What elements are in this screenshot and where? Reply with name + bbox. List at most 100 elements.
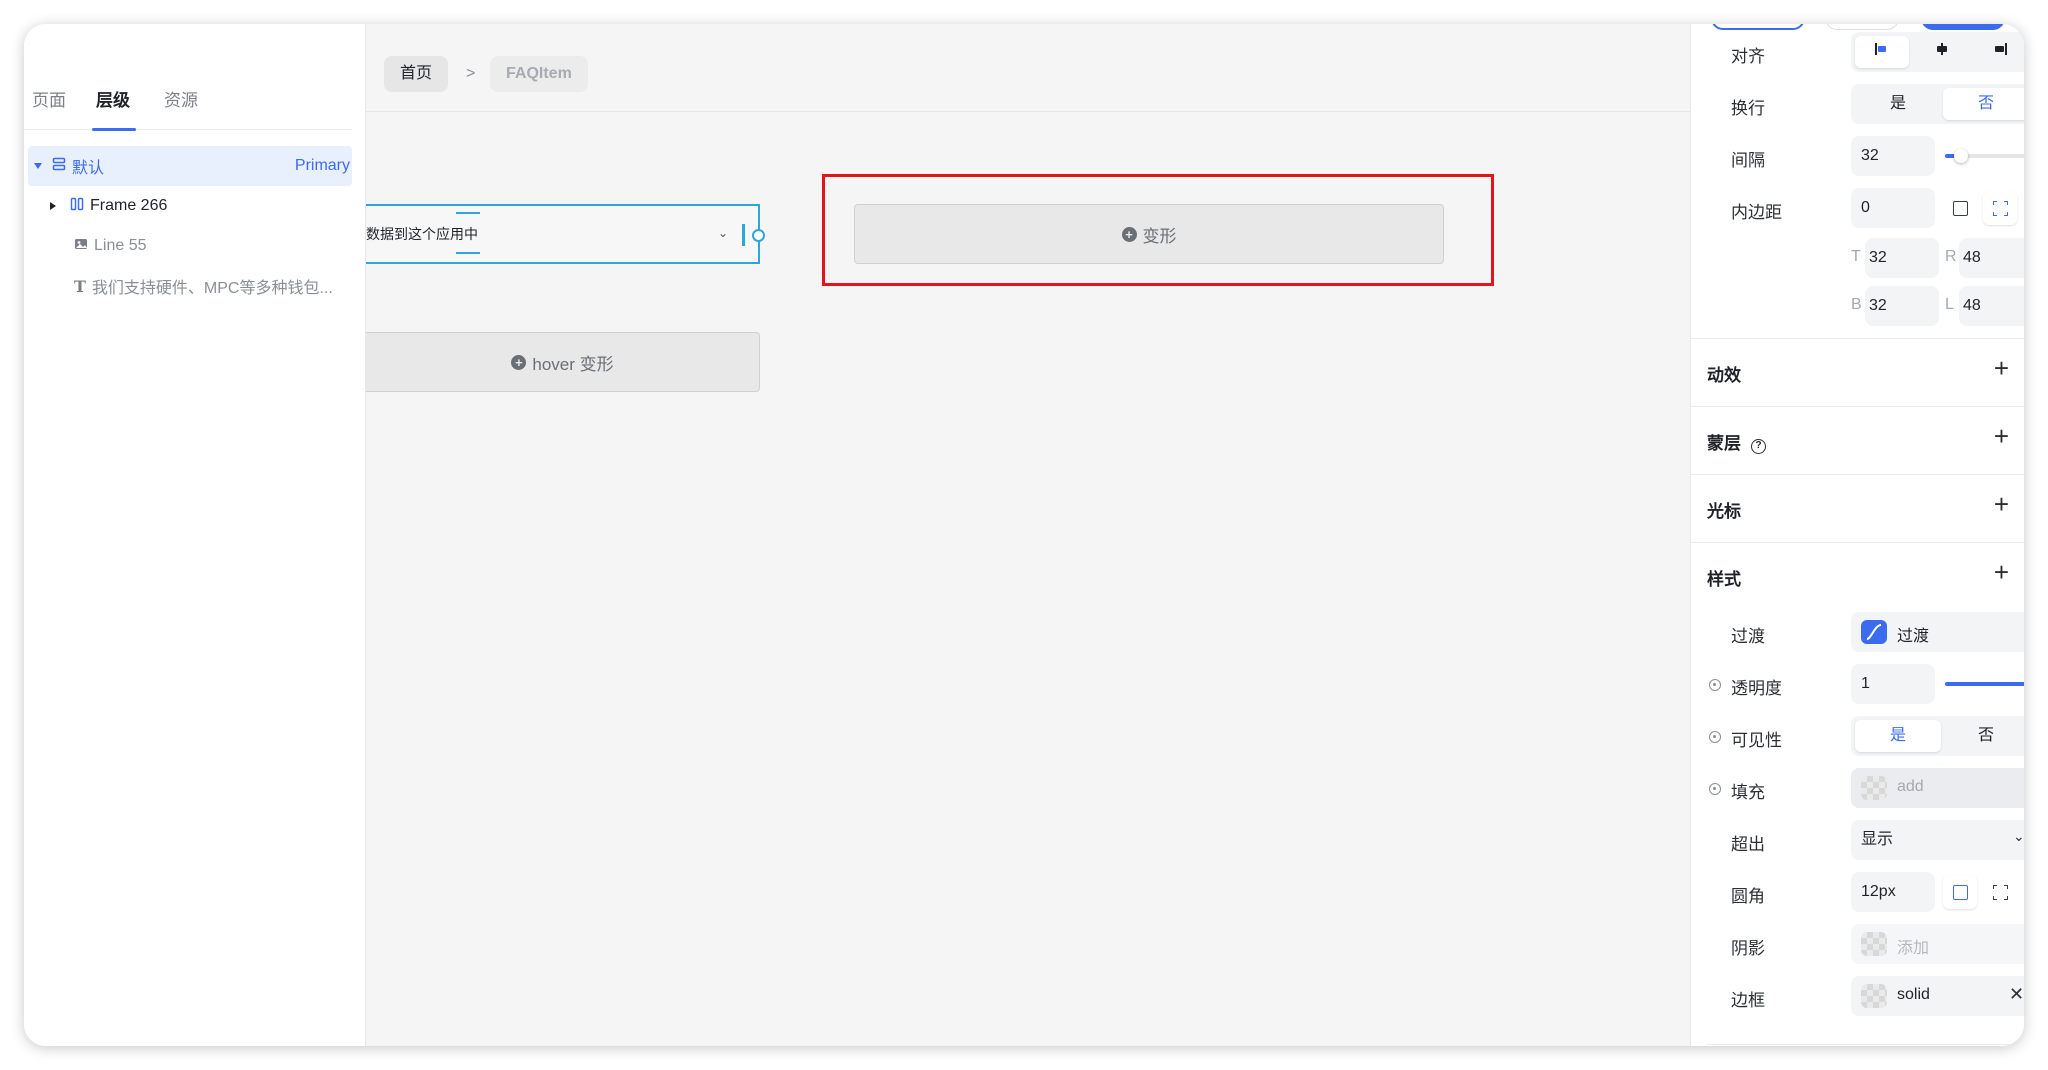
section-title: 蒙层?: [1707, 429, 1766, 454]
radius-uniform-button[interactable]: [1943, 875, 1977, 909]
align-label: 对齐: [1731, 47, 1765, 66]
opacity-row: 透明度 1: [1691, 664, 2024, 704]
add-icon[interactable]: +: [1994, 489, 2009, 520]
transition-value: 过渡: [1897, 628, 1930, 645]
section-title: 动效: [1707, 366, 1741, 385]
top-button-strip: [1691, 24, 2024, 32]
primary-button[interactable]: [1921, 24, 2005, 30]
secondary-button[interactable]: [1711, 24, 1805, 30]
frame-icon: [70, 197, 84, 216]
design-canvas[interactable]: 首页 > FAQItem 数据到这个应用中 ⌄ + 变形 + hover 变形: [366, 24, 1690, 1046]
padding-left-prefix: L: [1945, 296, 1954, 313]
visibility-yes-option[interactable]: 是: [1855, 720, 1941, 752]
layers-panel: 页面 层级 资源 默认 Primary Frame 266 Line 55 T …: [24, 24, 366, 1046]
align-row: 对齐: [1691, 32, 2024, 76]
caret-right-icon[interactable]: [50, 202, 56, 210]
padding-right-input[interactable]: 48: [1959, 238, 2024, 278]
layer-label: 我们支持硬件、MPC等多种钱包...: [91, 280, 333, 297]
layer-text[interactable]: T 我们支持硬件、MPC等多种钱包...: [74, 266, 333, 306]
bind-variable-icon[interactable]: [1709, 783, 1721, 795]
tab-pages[interactable]: 页面: [32, 86, 66, 111]
radius-row: 圆角 12px: [1691, 872, 2024, 912]
caret-down-icon[interactable]: [34, 163, 42, 169]
shadow-placeholder: 添加: [1897, 940, 1930, 957]
gap-slider-knob[interactable]: [1954, 149, 1969, 163]
text-icon: T: [74, 276, 86, 296]
bind-variable-icon[interactable]: [1709, 731, 1721, 743]
border-value: solid: [1897, 986, 1930, 1003]
padding-bottom-input[interactable]: 32: [1865, 286, 1939, 326]
visibility-no-option[interactable]: 否: [1943, 720, 2024, 752]
empty-swatch-icon: [1861, 984, 1887, 1008]
section-title-text: 蒙层: [1707, 434, 1741, 453]
resize-handle[interactable]: [752, 229, 765, 242]
align-right-button[interactable]: [1973, 36, 2024, 68]
radius-input[interactable]: 12px: [1851, 872, 1935, 912]
opacity-label: 透明度: [1731, 679, 1782, 698]
empty-swatch-icon: [1861, 776, 1887, 800]
expand-icon: [1992, 884, 2008, 900]
opacity-slider[interactable]: [1945, 682, 2024, 686]
layer-root-default[interactable]: 默认 Primary: [28, 146, 352, 186]
expand-icon: [1992, 200, 2008, 216]
hover-morph-button-label: hover 变形: [532, 354, 614, 374]
selected-component-text: 数据到这个应用中: [366, 226, 478, 242]
breadcrumb-home[interactable]: 首页: [384, 56, 449, 92]
close-icon[interactable]: ✕: [2009, 984, 2024, 1005]
padding-tr-row: T 32 R 48: [1691, 238, 2024, 278]
empty-swatch-icon: [1861, 932, 1887, 956]
radius-individual-button[interactable]: [1983, 875, 2017, 909]
tab-assets[interactable]: 资源: [164, 86, 198, 111]
wrap-yes-option[interactable]: 是: [1855, 88, 1941, 120]
selection-handle[interactable]: [456, 212, 480, 214]
section-title: 光标: [1707, 502, 1741, 521]
tertiary-button[interactable]: [1825, 24, 1899, 30]
overflow-select[interactable]: 显示: [1851, 820, 2024, 860]
padding-left-input[interactable]: 48: [1959, 286, 2024, 326]
padding-individual-button[interactable]: [1983, 191, 2017, 225]
wrap-no-option[interactable]: 否: [1943, 88, 2024, 120]
add-icon[interactable]: +: [1994, 421, 2009, 452]
selection-handle[interactable]: [456, 252, 480, 254]
divider: [1707, 1044, 2024, 1045]
section-cursor: 光标 +: [1691, 474, 2024, 542]
opacity-input[interactable]: 1: [1851, 664, 1935, 704]
breadcrumb-separator: >: [466, 65, 476, 82]
padding-top-input[interactable]: 32: [1865, 238, 1939, 278]
text-cursor-bar: [742, 224, 745, 246]
selected-component[interactable]: 数据到这个应用中 ⌄: [366, 204, 765, 264]
layer-line-55[interactable]: Line 55: [74, 226, 147, 266]
layer-frame-266[interactable]: Frame 266: [24, 186, 167, 226]
tab-layers[interactable]: 层级: [96, 86, 130, 111]
bezier-curve-icon: [1861, 620, 1887, 644]
square-icon: [1952, 884, 1968, 900]
align-left-button[interactable]: [1855, 36, 1909, 68]
gap-input[interactable]: 32: [1851, 136, 1935, 176]
add-icon[interactable]: +: [1994, 353, 2009, 384]
fill-placeholder: add: [1897, 778, 1924, 795]
visibility-label: 可见性: [1731, 731, 1782, 750]
transition-row: 过渡 过渡: [1691, 612, 2024, 652]
help-icon[interactable]: ?: [1751, 439, 1766, 454]
gap-slider[interactable]: [1945, 149, 2024, 163]
border-label: 边框: [1731, 991, 1765, 1010]
padding-uniform-button[interactable]: [1943, 191, 1977, 225]
bind-variable-icon[interactable]: [1709, 679, 1721, 691]
opacity-slider-fill: [1945, 682, 2024, 686]
highlight-box: [822, 174, 1494, 286]
hover-morph-button[interactable]: + hover 变形: [366, 332, 760, 392]
section-title: 样式: [1707, 570, 1741, 589]
add-icon[interactable]: +: [1994, 557, 2009, 588]
overflow-row: 超出 显示 ⌄: [1691, 820, 2024, 860]
padding-input[interactable]: 0: [1851, 188, 1935, 228]
fill-row: 填充 add: [1691, 768, 2024, 808]
align-right-icon: [1995, 43, 2007, 55]
breadcrumb-current[interactable]: FAQItem: [490, 56, 588, 92]
shadow-row: 阴影 添加: [1691, 924, 2024, 964]
active-tab-indicator: [92, 128, 136, 131]
canvas-breadcrumb-bar: 首页 > FAQItem: [366, 42, 1690, 112]
align-center-button[interactable]: [1915, 36, 1969, 68]
fill-label: 填充: [1731, 783, 1765, 802]
wrap-label: 换行: [1731, 99, 1765, 118]
wrap-toggle: 是 否: [1851, 84, 2024, 124]
